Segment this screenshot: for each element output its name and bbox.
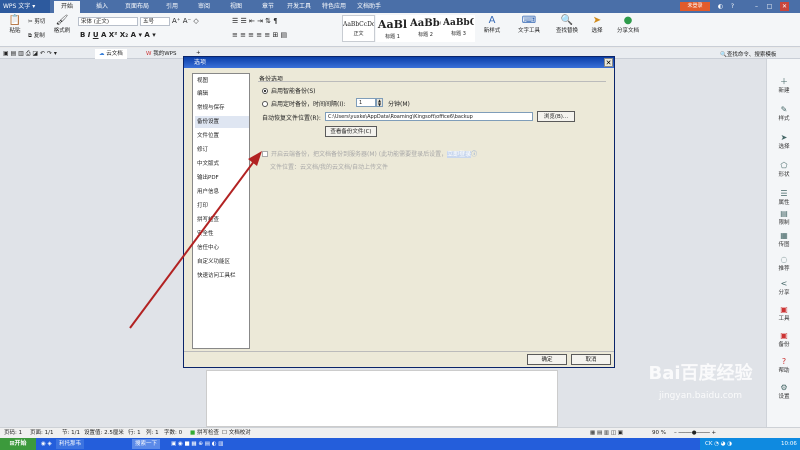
start-button[interactable]: ⊞开始 bbox=[0, 438, 36, 450]
task-item-search[interactable]: 搜索一下 bbox=[132, 439, 161, 449]
proof-icon: ☐ bbox=[222, 430, 227, 436]
tray-icons[interactable]: CK ◔ ◕ ◑ bbox=[702, 439, 735, 449]
start-label: 开始 bbox=[14, 440, 27, 447]
taskbar: ⊞开始 ◉ ◈ 利托那韦 搜索一下 ▣ ◉ ■ ▦ ⊕ ▤ ◐ ▥ CK ◔ ◕… bbox=[0, 438, 800, 450]
quicklaunch-icons[interactable]: ◉ ◈ bbox=[38, 439, 55, 449]
spell-label: 拼写检查 bbox=[196, 430, 219, 436]
taskbar-app-icons[interactable]: ▣ ◉ ■ ▦ ⊕ ▤ ◐ ▥ bbox=[168, 439, 226, 449]
arrow-head bbox=[248, 151, 262, 166]
watermark-url: jingyan.baidu.com bbox=[658, 391, 743, 401]
system-tray: CK ◔ ◕ ◑ 10:06 bbox=[700, 438, 800, 450]
arrow-line bbox=[129, 159, 256, 329]
clock: 10:06 bbox=[781, 441, 797, 447]
baidu-watermark: Bai百度经验 jingyan.baidu.com bbox=[638, 359, 763, 427]
watermark-brand: Bai百度经验 bbox=[648, 363, 753, 384]
check-icon: ■ bbox=[190, 430, 196, 436]
proof-label: 文档校对 bbox=[228, 430, 251, 436]
status-bar: 页码: 1 页面: 1/1 节: 1/1 设置值: 2.5厘米 行: 1 列: … bbox=[0, 427, 800, 438]
task-item-1[interactable]: 利托那韦 bbox=[56, 439, 85, 449]
